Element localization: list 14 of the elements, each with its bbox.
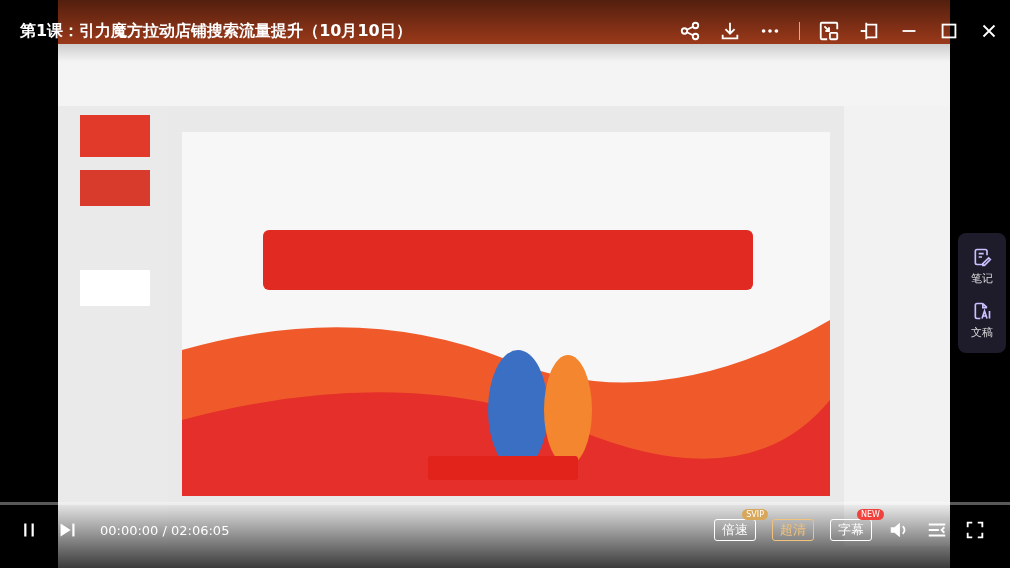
side-panel-button[interactable]: 文稿 — [971, 300, 993, 340]
option-badge: SVIP — [742, 509, 768, 520]
note-icon — [972, 246, 992, 267]
video-title: 第1课：引力魔方拉动店铺搜索流量提升（10月10日） — [20, 20, 412, 42]
document-icon — [972, 300, 992, 321]
picture-in-picture-icon[interactable] — [818, 20, 840, 42]
playback-time: 00:00:00 / 02:06:05 — [100, 522, 230, 538]
player-option-button[interactable]: 超清 — [772, 519, 814, 541]
side-panel-button[interactable]: 笔记 — [971, 246, 993, 286]
download-icon[interactable] — [719, 20, 741, 42]
fullscreen-icon[interactable] — [964, 519, 986, 541]
option-badge: NEW — [857, 509, 884, 520]
share-icon[interactable] — [679, 20, 701, 42]
pin-window-icon[interactable] — [858, 20, 880, 42]
